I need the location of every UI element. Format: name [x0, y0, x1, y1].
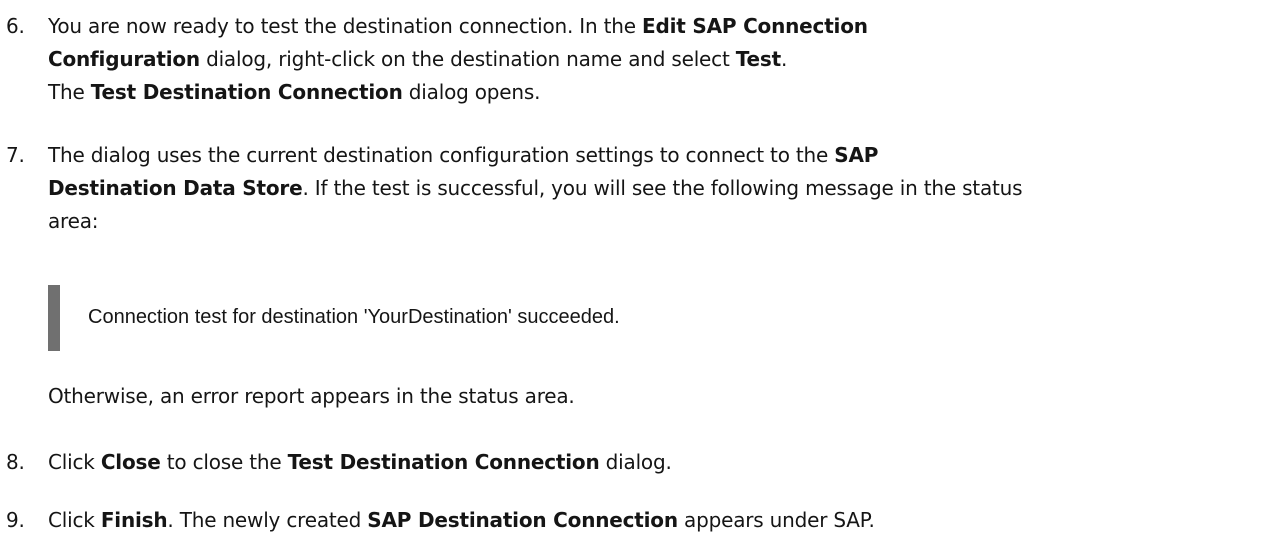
code-blockquote: Connection test for destination 'YourDes…	[48, 285, 748, 351]
status-message: Connection test for destination 'YourDes…	[88, 306, 620, 328]
text-run: . The newly created	[167, 508, 368, 532]
text-run: You are now ready to test the destinatio…	[48, 14, 643, 38]
ui-term: SAP	[834, 143, 879, 167]
text-run: The dialog uses the current destination …	[48, 143, 835, 167]
step-text: The dialog uses the current destination …	[48, 139, 1245, 238]
text-run: . If the test is successful, you will se…	[302, 176, 1023, 200]
blockquote-bar	[48, 285, 60, 351]
step-text: Click Close to close the Test Destinatio…	[48, 446, 1245, 479]
step-number: 6.	[6, 14, 25, 38]
step-number: 7.	[6, 143, 25, 167]
text-run: dialog.	[599, 450, 672, 474]
text-line: Click Finish. The newly created SAP Dest…	[48, 504, 1245, 537]
text-line: area:	[48, 205, 1245, 238]
ui-term: Destination Data Store	[48, 176, 303, 200]
ui-term: Test	[735, 47, 781, 71]
ui-term: Finish	[100, 508, 168, 532]
ui-term: Close	[100, 450, 161, 474]
text-run: area:	[48, 209, 99, 233]
text-run: dialog opens.	[402, 80, 541, 104]
text-run: The	[48, 80, 91, 104]
step-7-followup: Otherwise, an error report appears in th…	[48, 384, 575, 408]
text-run: dialog, right-click on the destination n…	[199, 47, 736, 71]
ui-term: SAP Destination Connection	[367, 508, 678, 532]
text-line: Click Close to close the Test Destinatio…	[48, 446, 1245, 479]
step-number: 8.	[6, 450, 25, 474]
step-number: 9.	[6, 508, 25, 532]
ui-term: Test Destination Connection	[287, 450, 600, 474]
text-line: The Test Destination Connection dialog o…	[48, 76, 1245, 109]
text-run: to close the	[160, 450, 288, 474]
text-line: You are now ready to test the destinatio…	[48, 10, 1245, 43]
step-text: You are now ready to test the destinatio…	[48, 10, 1245, 109]
text-run: appears under SAP.	[677, 508, 875, 532]
text-line: Destination Data Store. If the test is s…	[48, 172, 1245, 205]
text-line: The dialog uses the current destination …	[48, 139, 1245, 172]
document-page: 6. You are now ready to test the destina…	[0, 0, 1265, 547]
text-run: Click	[48, 450, 101, 474]
ui-term: Edit SAP Connection	[642, 14, 868, 38]
ui-term: Test Destination Connection	[90, 80, 403, 104]
ui-term: Configuration	[48, 47, 200, 71]
text-run: .	[780, 47, 788, 71]
text-run: Click	[48, 508, 101, 532]
text-line: Configuration dialog, right-click on the…	[48, 43, 1245, 76]
step-text: Click Finish. The newly created SAP Dest…	[48, 504, 1245, 537]
